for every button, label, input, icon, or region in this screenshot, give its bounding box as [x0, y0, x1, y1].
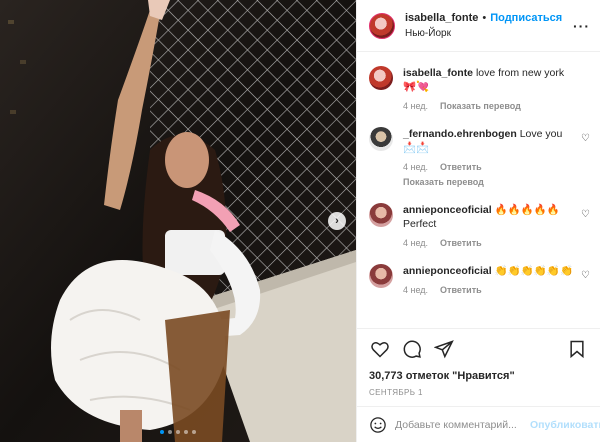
like-button[interactable] — [367, 336, 393, 362]
likes-count[interactable]: 30,773 отметок "Нравится" — [357, 368, 600, 384]
carousel-dot — [192, 430, 196, 434]
reply-link[interactable]: Ответить — [440, 285, 482, 295]
chevron-right-icon: › — [335, 214, 339, 227]
comment-username[interactable]: annieponceoficial — [403, 265, 492, 277]
comments-list: isabella_fonte love from new york🎀💘 4 не… — [357, 52, 600, 328]
show-translation-link[interactable]: Показать перевод — [440, 101, 521, 111]
carousel-dot — [168, 430, 172, 434]
comment-time[interactable]: 4 нед. — [403, 285, 428, 295]
author-avatar[interactable] — [369, 12, 395, 39]
comment-avatar[interactable] — [369, 203, 393, 227]
publish-button[interactable]: Опубликовать — [530, 419, 600, 431]
carousel-next-button[interactable]: › — [328, 212, 346, 230]
caption-comment: isabella_fonte love from new york🎀💘 4 не… — [369, 66, 590, 111]
smiley-icon — [370, 416, 386, 433]
save-button[interactable] — [564, 336, 590, 362]
comment-avatar[interactable] — [369, 66, 393, 90]
heart-icon[interactable]: ♡ — [581, 133, 590, 144]
send-icon — [434, 339, 454, 358]
reply-link[interactable]: Ответить — [440, 162, 482, 172]
carousel-indicator — [0, 430, 356, 434]
comment-username[interactable]: _fernando.ehrenbogen — [403, 128, 517, 140]
comment-item: _fernando.ehrenbogen Love you 📩📩 4 нед. … — [369, 127, 590, 187]
comment-time[interactable]: 4 нед. — [403, 162, 428, 172]
comment-text: 👏👏👏👏👏👏 — [494, 265, 574, 277]
comment-bubble-icon — [403, 340, 421, 358]
post-location[interactable]: Нью-Йорк — [405, 26, 573, 41]
comment-time[interactable]: 4 нед. — [403, 101, 428, 111]
carousel-dot — [160, 430, 164, 434]
carousel-dot — [176, 430, 180, 434]
reply-link[interactable]: Ответить — [440, 238, 482, 248]
post-date[interactable]: СЕНТЯБРЬ 1 — [357, 384, 600, 406]
heart-icon[interactable]: ♡ — [581, 270, 590, 281]
post-header: isabella_fonte • Подписаться Нью-Йорк ··… — [357, 0, 600, 52]
comment-button[interactable] — [399, 336, 425, 362]
add-comment-bar: Опубликовать — [357, 406, 600, 442]
comment-username[interactable]: annieponceoficial — [403, 204, 492, 216]
carousel-dot — [184, 430, 188, 434]
comment-username[interactable]: isabella_fonte — [403, 67, 473, 79]
emoji-button[interactable] — [369, 415, 387, 435]
instagram-post: › isabella_fonte • Подписаться Нью-Йорк … — [0, 0, 600, 442]
share-button[interactable] — [431, 336, 457, 362]
post-side-panel: isabella_fonte • Подписаться Нью-Йорк ··… — [356, 0, 600, 442]
post-actions-bar — [357, 328, 600, 368]
comment-item: annieponceoficial 🔥🔥🔥🔥🔥 Perfect 4 нед. О… — [369, 203, 590, 248]
bookmark-icon — [570, 340, 584, 358]
comment-avatar[interactable] — [369, 127, 393, 151]
follow-button[interactable]: Подписаться — [490, 11, 562, 26]
heart-icon — [371, 341, 389, 358]
comment-avatar[interactable] — [369, 264, 393, 288]
photo-image — [0, 0, 356, 442]
separator-dot: • — [482, 11, 487, 24]
comment-time[interactable]: 4 нед. — [403, 238, 428, 248]
more-options-icon[interactable]: ··· — [573, 18, 590, 34]
author-username[interactable]: isabella_fonte — [405, 11, 478, 26]
comment-item: annieponceoficial 👏👏👏👏👏👏 4 нед. Ответить… — [369, 264, 590, 295]
comment-input[interactable] — [395, 418, 530, 431]
show-translation-link[interactable]: Показать перевод — [403, 177, 484, 187]
post-photo[interactable]: › — [0, 0, 356, 442]
heart-icon[interactable]: ♡ — [581, 209, 590, 220]
